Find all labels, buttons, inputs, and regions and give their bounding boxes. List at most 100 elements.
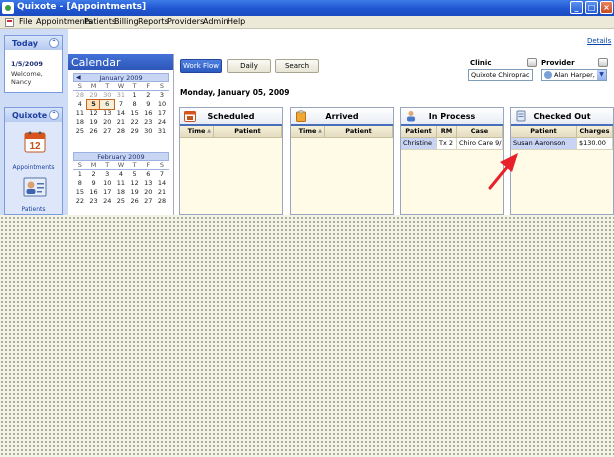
calendar-day[interactable]: 18 — [73, 118, 87, 127]
calendar-day[interactable]: 30 — [100, 91, 114, 100]
calendar-day[interactable]: 9 — [141, 100, 155, 109]
cell-rm[interactable]: Tx 2 — [437, 138, 457, 149]
calendar-day[interactable]: 29 — [87, 91, 101, 100]
calendar-day[interactable]: 14 — [155, 179, 169, 188]
calendar-day[interactable]: 17 — [155, 109, 169, 118]
calendar-day[interactable]: 11 — [73, 109, 87, 118]
header-patient[interactable]: Patient — [325, 126, 393, 137]
calendar-day[interactable]: 7 — [155, 170, 169, 179]
header-time[interactable]: Time ▲ — [291, 126, 325, 137]
table-row[interactable]: Christine Tx 2 Chiro Care 9/2 — [401, 138, 503, 150]
calendar-day[interactable]: 25 — [114, 197, 128, 206]
calendar-day[interactable]: 1 — [128, 91, 142, 100]
calendar-day[interactable]: 10 — [155, 100, 169, 109]
appointments-nav-label[interactable]: Appointments — [5, 164, 62, 171]
header-case[interactable]: Case — [457, 126, 503, 137]
provider-printer-icon[interactable] — [598, 58, 608, 67]
calendar-day[interactable]: 24 — [155, 118, 169, 127]
calendar-day[interactable]: 15 — [128, 109, 142, 118]
calendar-day[interactable]: 1 — [73, 170, 87, 179]
calendar-day[interactable]: 29 — [128, 127, 142, 136]
cell-case[interactable]: Chiro Care 9/2 — [457, 138, 503, 149]
calendar-day[interactable]: 21 — [155, 188, 169, 197]
calendar-day[interactable]: 2 — [87, 170, 101, 179]
calendar-day[interactable]: 12 — [87, 109, 101, 118]
calendar-day[interactable]: 27 — [141, 197, 155, 206]
header-charges[interactable]: Charges — [577, 126, 613, 137]
patients-icon[interactable] — [23, 176, 47, 198]
calendar-day[interactable]: 19 — [87, 118, 101, 127]
calendar-day[interactable]: 18 — [114, 188, 128, 197]
calendar-day[interactable]: 3 — [155, 91, 169, 100]
calendar-day[interactable]: 27 — [100, 127, 114, 136]
chevron-down-icon[interactable]: ▼ — [597, 70, 606, 80]
calendar-day[interactable]: 23 — [87, 197, 101, 206]
maximize-button[interactable]: □ — [585, 1, 598, 14]
calendar-day[interactable]: 7 — [114, 100, 128, 109]
menu-admin[interactable]: Admin — [203, 17, 229, 26]
calendar-day[interactable]: 20 — [100, 118, 114, 127]
calendar-day[interactable]: 4 — [73, 100, 87, 109]
details-link[interactable]: Details — [587, 37, 611, 45]
provider-select[interactable]: Alan Harper, ▼ — [541, 69, 607, 81]
appointments-icon[interactable]: 12 — [23, 130, 47, 154]
menu-billing[interactable]: Billing — [114, 17, 139, 26]
calendar-day[interactable]: 20 — [141, 188, 155, 197]
tab-daily[interactable]: Daily — [227, 59, 271, 73]
calendar-day[interactable]: 14 — [114, 109, 128, 118]
calendar-day[interactable]: 11 — [114, 179, 128, 188]
minimize-button[interactable]: _ — [570, 1, 583, 14]
menu-file[interactable]: File — [19, 17, 32, 26]
calendar-day[interactable]: 26 — [128, 197, 142, 206]
calendar-day[interactable]: 28 — [73, 91, 87, 100]
patients-nav-label[interactable]: Patients — [5, 206, 62, 213]
today-collapse-icon[interactable]: ⌃ — [49, 38, 59, 48]
calendar-day[interactable]: 24 — [100, 197, 114, 206]
calendar-day[interactable]: 3 — [100, 170, 114, 179]
calendar-day[interactable]: 8 — [128, 100, 142, 109]
calendar-day[interactable]: 12 — [128, 179, 142, 188]
calendar-day[interactable]: 6 — [99, 99, 116, 110]
close-button[interactable]: × — [600, 1, 613, 14]
table-row[interactable]: Susan Aaronson $130.00 — [511, 138, 613, 150]
tab-work-flow[interactable]: Work Flow — [180, 59, 222, 73]
cell-patient[interactable]: Susan Aaronson — [511, 138, 577, 149]
menu-patients[interactable]: Patients — [84, 17, 116, 26]
calendar-day[interactable]: 23 — [141, 118, 155, 127]
calendar-day[interactable]: 9 — [87, 179, 101, 188]
calendar-day[interactable]: 28 — [155, 197, 169, 206]
clinic-printer-icon[interactable] — [527, 58, 537, 67]
calendar-day[interactable]: 4 — [114, 170, 128, 179]
calendar-day[interactable]: 28 — [114, 127, 128, 136]
calendar-day[interactable]: 22 — [128, 118, 142, 127]
quixote-collapse-icon[interactable]: ⌃ — [49, 110, 59, 120]
clinic-select[interactable]: Quixote Chiroprac — [468, 69, 533, 81]
header-time[interactable]: Time ▲ — [180, 126, 214, 137]
header-patient[interactable]: Patient — [401, 126, 437, 137]
calendar-day[interactable]: 31 — [114, 91, 128, 100]
menu-help[interactable]: Help — [227, 17, 245, 26]
calendar-day[interactable]: 26 — [87, 127, 101, 136]
calendar-day[interactable]: 16 — [87, 188, 101, 197]
header-patient[interactable]: Patient — [214, 126, 282, 137]
calendar-day[interactable]: 22 — [73, 197, 87, 206]
calendar-day[interactable]: 13 — [141, 179, 155, 188]
prev-month-icon[interactable]: ◀ — [76, 74, 81, 82]
cell-patient[interactable]: Christine — [401, 138, 437, 149]
calendar-day[interactable]: 16 — [141, 109, 155, 118]
calendar-day[interactable]: 5 — [128, 170, 142, 179]
header-patient[interactable]: Patient — [511, 126, 577, 137]
calendar-day[interactable]: 6 — [141, 170, 155, 179]
calendar-day[interactable]: 17 — [100, 188, 114, 197]
calendar-day[interactable]: 13 — [100, 109, 114, 118]
cell-charges[interactable]: $130.00 — [577, 138, 613, 149]
calendar-day[interactable]: 31 — [155, 127, 169, 136]
tab-search[interactable]: Search — [275, 59, 319, 73]
calendar-day-today[interactable]: 5 — [85, 99, 102, 110]
calendar-day[interactable]: 10 — [100, 179, 114, 188]
menu-reports[interactable]: Reports — [138, 17, 169, 26]
calendar-day[interactable]: 2 — [141, 91, 155, 100]
system-menu-icon[interactable] — [5, 18, 14, 27]
calendar-day[interactable]: 30 — [141, 127, 155, 136]
calendar-day[interactable]: 8 — [73, 179, 87, 188]
